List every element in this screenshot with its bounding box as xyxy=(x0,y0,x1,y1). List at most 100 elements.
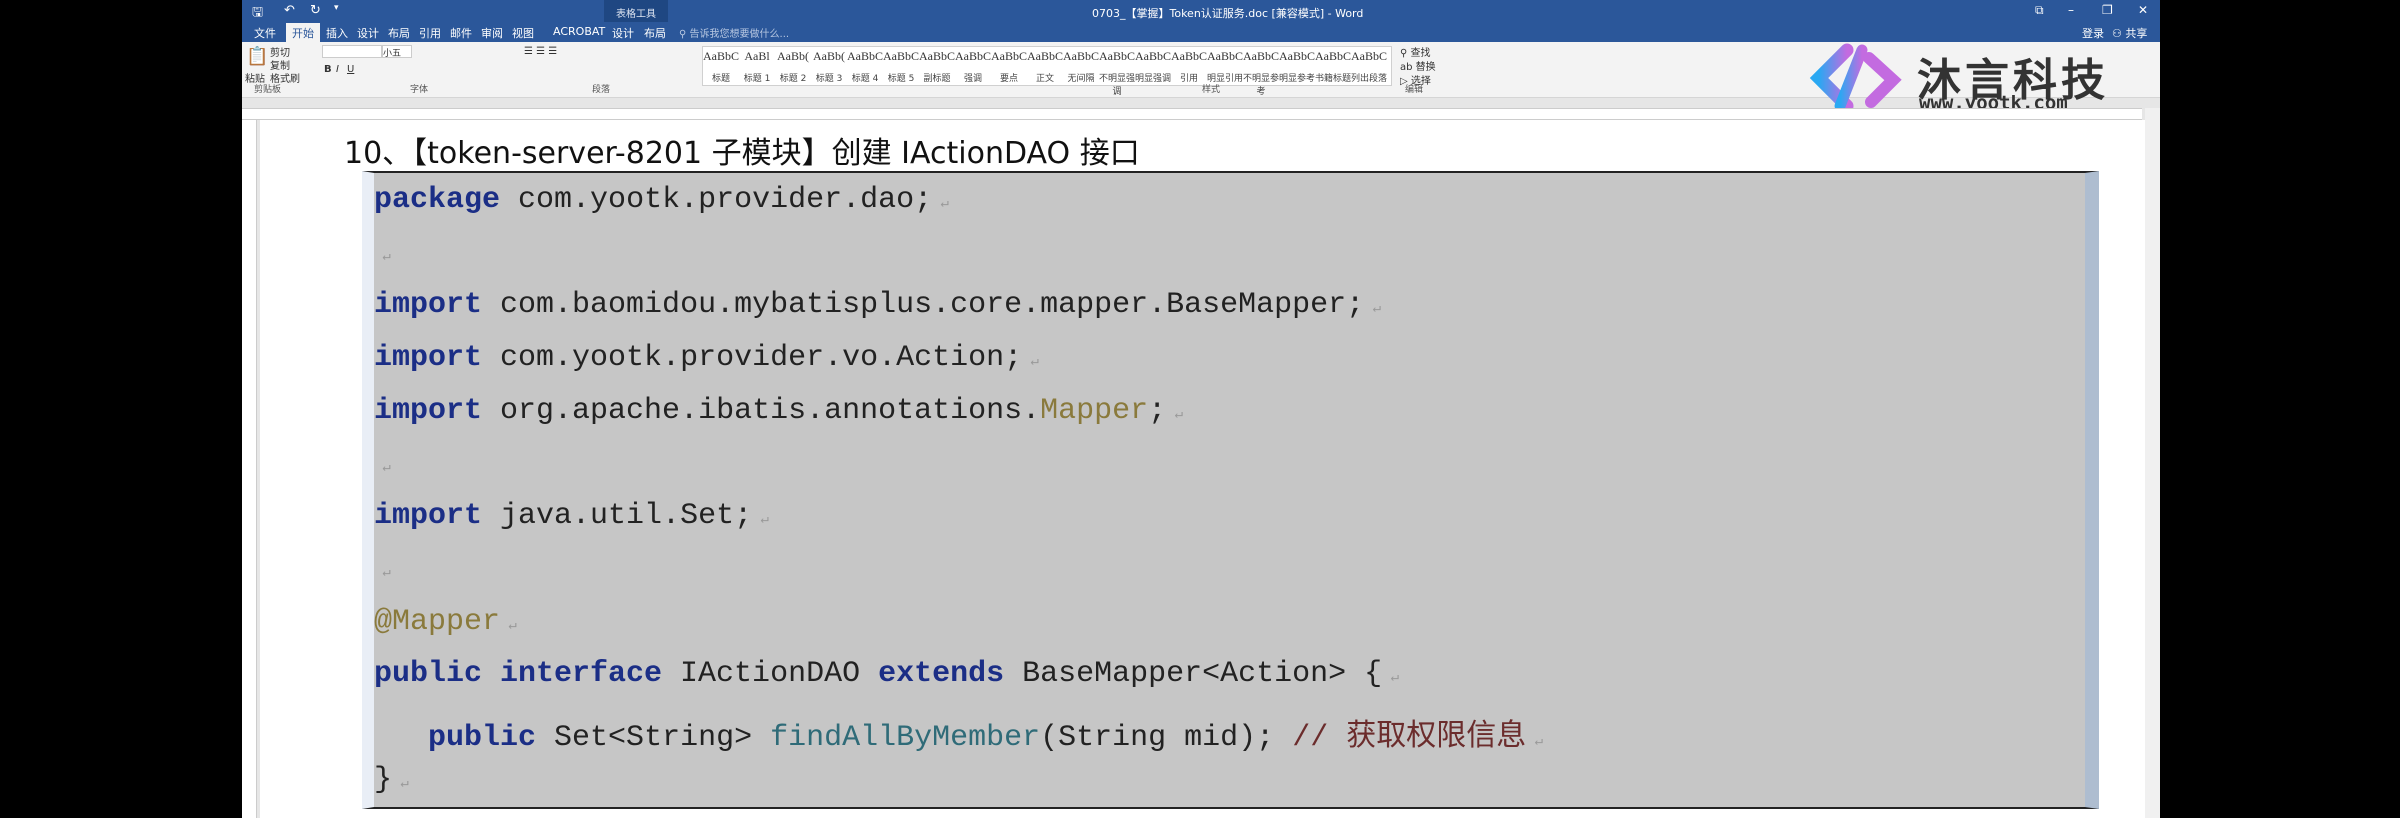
document-page[interactable]: package com.yootk.provider.dao; ↵ ↵ impor… xyxy=(260,120,2145,818)
style-name: 标题 5 xyxy=(887,74,915,84)
style-item[interactable]: AaBbCcDc 强调 xyxy=(955,49,991,84)
code-line: ↵ xyxy=(374,236,390,270)
tab-mailings[interactable]: 邮件 xyxy=(450,25,472,41)
style-item[interactable]: AaBbC 标题 5 xyxy=(883,49,919,84)
tell-me-search[interactable]: ⚲ 告诉我您想要做什么... xyxy=(679,25,789,40)
group-editing: 编辑 xyxy=(1405,85,1424,95)
style-preview: AaBbCcDc xyxy=(1171,49,1207,63)
style-name: 标题 xyxy=(711,74,730,84)
share-button[interactable]: ⚇ 共享 xyxy=(2112,25,2147,41)
code-table-cell[interactable]: package com.yootk.provider.dao; ↵ ↵ impor… xyxy=(362,171,2099,809)
code-token: ; xyxy=(1148,393,1167,428)
code-line: ↵ xyxy=(374,447,390,481)
style-name: 列出段落 xyxy=(1351,74,1388,84)
customize-icon[interactable]: ▾ xyxy=(334,3,339,13)
code-token: com.baomidou.mybatisplus.core.mapper.Bas… xyxy=(482,288,1365,323)
group-clipboard: 剪贴板 xyxy=(254,85,282,95)
tab-file[interactable]: 文件 xyxy=(254,25,276,41)
code-token: BaseMapper<Action> { xyxy=(1004,657,1383,692)
style-preview: AaBbCcDc xyxy=(1099,49,1135,63)
style-name: 标题 4 xyxy=(851,74,879,84)
style-item[interactable]: AaBbCcD 不明显参考 xyxy=(1243,49,1279,97)
code-token: import xyxy=(374,499,483,534)
style-item[interactable]: AaBbCc 标题 4 xyxy=(847,49,883,84)
font-size-select[interactable]: 小五 xyxy=(382,45,412,59)
tab-layout[interactable]: 布局 xyxy=(388,25,410,41)
tab-view[interactable]: 视图 xyxy=(512,25,534,41)
code-line: public interface IActionDAO extends Base… xyxy=(374,657,1399,691)
style-preview: AaBbCc xyxy=(847,49,883,63)
restore-button[interactable]: ❐ xyxy=(2102,3,2113,17)
horizontal-ruler[interactable] xyxy=(242,108,2142,120)
minimize-button[interactable]: – xyxy=(2068,3,2074,17)
tab-insert[interactable]: 插入 xyxy=(326,25,348,41)
code-line: import java.util.Set; ↵ xyxy=(374,499,769,533)
bold-button[interactable]: B xyxy=(324,64,332,75)
word-window: 🖫 ↶ ↻ ▾ 0703_【掌握】Token认证服务.doc [兼容模式] - … xyxy=(242,0,2160,818)
code-token: Set<String> xyxy=(536,721,771,755)
style-name: 明显强调 xyxy=(1135,74,1172,84)
tab-table-layout[interactable]: 布局 xyxy=(644,25,666,41)
style-item[interactable]: AaBb(标题 3 xyxy=(811,49,847,84)
style-item[interactable]: AaBbCcDc 明显强调 xyxy=(1135,49,1171,84)
style-item[interactable]: AaBbCcDc 不明显强调 xyxy=(1099,49,1135,97)
tab-references[interactable]: 引用 xyxy=(419,25,441,41)
style-preview: AaBbC xyxy=(883,49,919,63)
style-item[interactable]: AaBbC 标题 xyxy=(703,49,739,84)
style-preview: AaBl xyxy=(744,49,770,63)
paragraph-mark: ↵ xyxy=(1382,670,1400,687)
paragraph-mark: ↵ xyxy=(1166,406,1184,423)
code-line: @Mapper ↵ xyxy=(374,605,517,639)
undo-icon[interactable]: ↶ xyxy=(284,3,295,18)
paragraph-mark: ↵ xyxy=(500,617,517,634)
redo-icon[interactable]: ↻ xyxy=(310,3,321,18)
style-preview: AaBbCcDc xyxy=(1207,49,1243,63)
style-name: 标题 1 xyxy=(743,74,771,84)
find-button[interactable]: ⚲ 查找 xyxy=(1400,44,1431,59)
style-item[interactable]: AaBb(标题 2 xyxy=(775,49,811,84)
italic-button[interactable]: I xyxy=(336,64,339,75)
style-preview: AaBb( xyxy=(777,49,809,63)
style-item[interactable]: AaBl 标题 1 xyxy=(739,49,775,84)
ribbon-display-icon[interactable]: ⧉ xyxy=(2035,3,2044,18)
tab-home[interactable]: 开始 xyxy=(286,23,320,42)
style-preview: AaBbCcDc xyxy=(1351,49,1387,63)
close-button[interactable]: ✕ xyxy=(2138,3,2148,17)
tab-table-design[interactable]: 设计 xyxy=(612,25,634,41)
font-name-select[interactable] xyxy=(322,45,382,58)
vertical-ruler[interactable] xyxy=(242,120,257,818)
paragraph-mark: ↵ xyxy=(392,775,409,792)
style-item[interactable]: AaBbCcDc 列出段落 xyxy=(1351,49,1387,84)
style-item[interactable]: AaBbCcDc 无间隔 xyxy=(1063,49,1099,84)
style-item[interactable]: AaBbCcDc明显引用 xyxy=(1207,49,1243,84)
title-bar: 🖫 ↶ ↻ ▾ 0703_【掌握】Token认证服务.doc [兼容模式] - … xyxy=(242,0,2160,22)
tab-design[interactable]: 设计 xyxy=(357,25,379,41)
style-item[interactable]: AaBbCcI 明显参考 xyxy=(1279,49,1315,84)
yootk-logo: 沐言科技 www.yootk.com xyxy=(1807,42,2157,114)
underline-button[interactable]: U xyxy=(347,64,354,75)
vertical-scrollbar[interactable] xyxy=(2145,108,2160,818)
code-token: (String mid); xyxy=(1040,721,1293,755)
code-line: public Set<String> findAllByMember(Strin… xyxy=(374,710,1543,755)
tab-acrobat[interactable]: ACROBAT xyxy=(553,25,605,38)
code-line: import com.baomidou.mybatisplus.core.map… xyxy=(374,288,1381,322)
login-link[interactable]: 登录 xyxy=(2082,25,2104,41)
paste-icon[interactable]: 📋 xyxy=(246,46,268,67)
style-preview: AaBbCcD xyxy=(991,49,1027,63)
code-token: com.yootk.provider.vo.Action; xyxy=(482,341,1023,376)
style-item[interactable]: AaBbCcD 要点 xyxy=(991,49,1027,84)
code-token: org.apache.ibatis.annotations. xyxy=(482,393,1041,428)
code-token: public interface xyxy=(374,657,663,692)
style-item[interactable]: AaBbC 副标题 xyxy=(919,49,955,84)
code-line: ↵ xyxy=(374,552,390,586)
style-preview: AaBbCcI xyxy=(1279,49,1315,63)
style-name: 正文 xyxy=(1035,74,1054,84)
style-item[interactable]: AaBbCcD 书籍标题 xyxy=(1315,49,1351,84)
bullets-button[interactable]: ☰ ☰ ☰ xyxy=(524,46,557,57)
style-item[interactable]: AaBbCcDc 正文 xyxy=(1027,49,1063,84)
tab-review[interactable]: 审阅 xyxy=(481,25,503,41)
style-preview: AaBbCcD xyxy=(1243,49,1279,63)
style-item[interactable]: AaBbCcDc引用 xyxy=(1171,49,1207,84)
style-preview: AaBbC xyxy=(703,49,739,63)
replace-button[interactable]: ab 替换 xyxy=(1400,58,1436,73)
